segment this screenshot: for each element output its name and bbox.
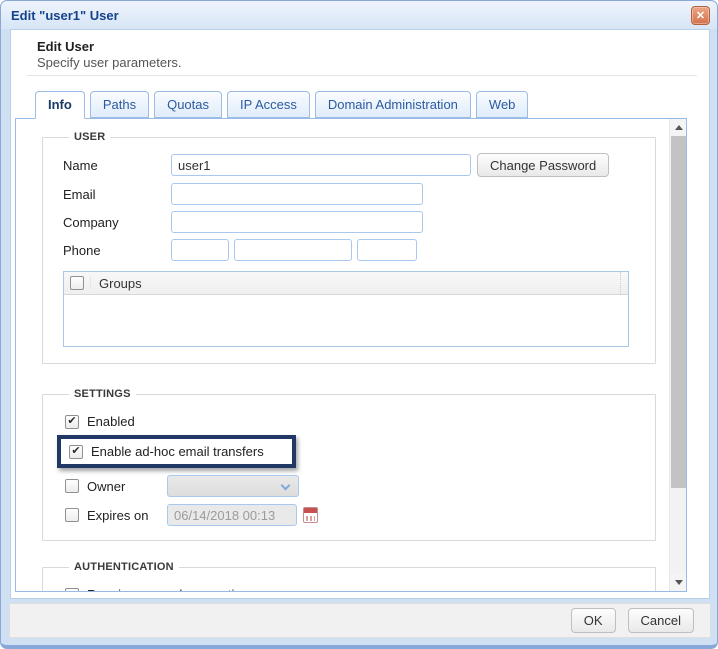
phone-input-2[interactable] (234, 239, 352, 261)
dialog-footer: OK Cancel (9, 603, 711, 638)
authentication-section: AUTHENTICATION ✔ Require secured connect… (42, 561, 656, 591)
scrollbar-thumb[interactable] (671, 136, 686, 488)
require-secured-label: Require secured connection (87, 587, 249, 591)
phone-inputs (171, 239, 417, 261)
expires-row: ✔ Expires on (65, 504, 645, 526)
phone-input-1[interactable] (171, 239, 229, 261)
tab-paths[interactable]: Paths (89, 91, 150, 118)
page-title: Edit User (37, 39, 95, 54)
settings-section-legend: SETTINGS (74, 388, 131, 400)
enabled-row: ✔ Enabled (65, 414, 645, 429)
chevron-down-icon (280, 480, 291, 491)
user-section-legend: USER (74, 131, 106, 143)
vertical-scrollbar[interactable] (669, 119, 686, 591)
edit-user-dialog: Edit "user1" User ✕ Edit User Specify us… (0, 0, 718, 649)
company-input[interactable] (171, 211, 423, 233)
enabled-label: Enabled (87, 414, 135, 429)
header-divider (27, 75, 697, 76)
expires-date-input (167, 504, 297, 526)
tab-domain-administration[interactable]: Domain Administration (314, 91, 471, 118)
dialog-title: Edit "user1" User (11, 7, 119, 23)
email-label: Email (63, 186, 96, 202)
phone-input-3[interactable] (357, 239, 417, 261)
groups-table[interactable]: ✔ Groups (63, 271, 629, 347)
cancel-button[interactable]: Cancel (627, 608, 694, 633)
tab-content-info: USER Name Change Password Email Company … (15, 118, 687, 592)
owner-label: Owner (87, 478, 126, 494)
ok-button[interactable]: OK (570, 608, 616, 633)
arrow-down-icon (674, 580, 683, 585)
arrow-up-icon (674, 125, 683, 130)
owner-row: ✔ Owner (65, 475, 645, 497)
authentication-section-legend: AUTHENTICATION (74, 561, 174, 573)
calendar-icon (303, 507, 318, 523)
groups-table-body (64, 295, 628, 347)
settings-section: SETTINGS ✔ Enabled ✔ Enable ad-hoc email… (42, 388, 656, 541)
email-row: Email (63, 183, 645, 205)
scroll-up-button[interactable] (670, 119, 686, 136)
adhoc-email-transfers-label: Enable ad-hoc email transfers (91, 444, 264, 459)
tab-quotas[interactable]: Quotas (154, 91, 222, 118)
tab-web[interactable]: Web (475, 91, 529, 118)
enabled-checkbox[interactable]: ✔ (65, 414, 79, 429)
groups-column-header: Groups (99, 275, 142, 291)
dialog-body-panel: Edit User Specify user parameters. Info … (10, 29, 710, 599)
phone-row: Phone (63, 239, 645, 261)
name-input[interactable] (171, 154, 471, 176)
name-row: Name Change Password (63, 153, 645, 177)
user-section: USER Name Change Password Email Company … (42, 131, 656, 364)
company-label: Company (63, 214, 119, 230)
tab-strip: Info Paths Quotas IP Access Domain Admin… (35, 91, 529, 119)
scroll-down-button[interactable] (670, 574, 686, 591)
owner-select (167, 475, 299, 497)
groups-header-stub (620, 272, 628, 294)
groups-table-header: ✔ Groups (64, 272, 628, 295)
adhoc-email-transfers-checkbox[interactable]: ✔ (69, 444, 83, 459)
dialog-titlebar[interactable]: Edit "user1" User ✕ (1, 1, 717, 29)
close-glyph: ✕ (695, 10, 706, 22)
change-password-button[interactable]: Change Password (477, 153, 610, 177)
close-icon[interactable]: ✕ (691, 6, 710, 25)
email-input[interactable] (171, 183, 423, 205)
phone-label: Phone (63, 242, 101, 258)
owner-checkbox[interactable]: ✔ (65, 479, 79, 493)
page-subtitle: Specify user parameters. (37, 55, 182, 70)
tab-ip-access[interactable]: IP Access (227, 91, 310, 118)
groups-select-all-checkbox[interactable]: ✔ (70, 276, 84, 290)
expires-label: Expires on (87, 507, 149, 523)
require-secured-row: ✔ Require secured connection (65, 587, 645, 591)
groups-select-all-cell: ✔ (64, 276, 91, 290)
checkmark-icon: ✔ (67, 414, 77, 427)
company-row: Company (63, 211, 645, 233)
name-label: Name (63, 157, 98, 173)
expires-checkbox[interactable]: ✔ (65, 508, 79, 522)
tab-info[interactable]: Info (35, 91, 85, 119)
require-secured-checkbox[interactable]: ✔ (65, 587, 79, 591)
checkmark-icon: ✔ (71, 444, 81, 457)
annotation-highlight-box: ✔ Enable ad-hoc email transfers (57, 435, 296, 468)
